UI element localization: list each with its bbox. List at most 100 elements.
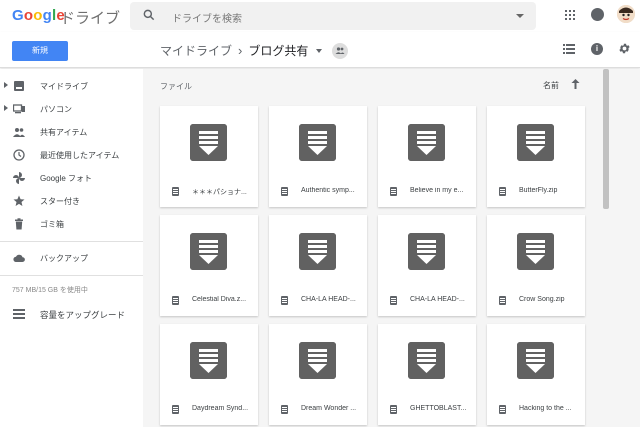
sidebar-item-label: パソコン <box>40 105 72 114</box>
people-icon <box>13 128 25 137</box>
new-button[interactable]: 新規 <box>12 41 68 61</box>
file-card[interactable]: GHETTOBLAST... <box>378 324 476 425</box>
file-card[interactable]: CHA-LA HEAD-... <box>269 215 367 316</box>
computer-icon <box>13 104 25 114</box>
file-name: ＊＊＊パショナ... <box>192 189 247 196</box>
zip-archive-icon <box>190 342 227 379</box>
file-thumbnail[interactable] <box>269 324 367 394</box>
file-card[interactable]: Hacking to the ... <box>487 324 585 425</box>
search-box[interactable]: ドライブを検索 <box>130 2 536 30</box>
file-name: CHA-LA HEAD-... <box>410 296 465 303</box>
file-name: Celestial Diva.z... <box>192 296 247 303</box>
expand-arrow-icon[interactable] <box>4 105 8 111</box>
file-thumbnail[interactable] <box>378 324 476 394</box>
file-name: Dream Wonder ... <box>301 405 357 412</box>
file-card[interactable]: Dream Wonder ... <box>269 324 367 425</box>
sidebar-item-shared[interactable]: 共有アイテム <box>0 121 143 143</box>
file-thumbnail[interactable] <box>378 215 476 285</box>
file-card-footer[interactable]: CHA-LA HEAD-... <box>269 285 367 316</box>
notifications-icon[interactable] <box>591 8 604 21</box>
settings-gear-icon[interactable] <box>618 42 631 55</box>
file-thumbnail[interactable] <box>269 215 367 285</box>
scrollbar[interactable] <box>603 69 640 427</box>
file-thumbnail[interactable] <box>378 106 476 176</box>
avatar[interactable] <box>617 5 635 23</box>
file-card[interactable]: Believe in my e... <box>378 106 476 207</box>
file-card-footer[interactable]: CHA-LA HEAD-... <box>378 285 476 316</box>
info-icon[interactable]: i <box>591 43 603 55</box>
shared-folder-icon[interactable] <box>332 42 349 59</box>
file-card[interactable]: Daydream Synd... <box>160 324 258 425</box>
zip-archive-icon <box>408 124 445 161</box>
file-card-footer[interactable]: Crow Song.zip <box>487 285 585 316</box>
storage-list-icon <box>13 309 25 319</box>
upgrade-storage-button[interactable]: 容量をアップグレード <box>0 303 143 325</box>
sort-by-name-button[interactable]: 名前 <box>543 80 559 91</box>
scrollbar-thumb[interactable] <box>603 69 609 209</box>
file-name: GHETTOBLAST... <box>410 405 467 412</box>
archive-file-icon <box>281 296 288 305</box>
sidebar-item-photos[interactable]: Google フォト <box>0 167 143 189</box>
sidebar-item-label: 共有アイテム <box>40 128 88 137</box>
file-card-footer[interactable]: GHETTOBLAST... <box>378 394 476 425</box>
product-name: ドライブ <box>60 10 121 27</box>
file-card[interactable]: Authentic symp... <box>269 106 367 207</box>
zip-archive-icon <box>299 342 336 379</box>
sidebar-item-backup[interactable]: バックアップ <box>0 247 143 269</box>
archive-file-icon <box>281 187 288 196</box>
top-bar: Google ドライブ ドライブを検索 <box>0 0 640 32</box>
file-card[interactable]: ButterFly.zip <box>487 106 585 207</box>
sidebar-divider <box>0 275 143 276</box>
file-card[interactable]: ＊＊＊パショナ... <box>160 106 258 207</box>
file-thumbnail[interactable] <box>487 106 585 176</box>
file-name: Authentic symp... <box>301 187 355 194</box>
file-card-footer[interactable]: Daydream Synd... <box>160 394 258 425</box>
archive-file-icon <box>172 187 179 196</box>
search-icon[interactable] <box>142 8 156 22</box>
file-card-footer[interactable]: Believe in my e... <box>378 176 476 207</box>
sidebar-item-starred[interactable]: スター付き <box>0 190 143 212</box>
zip-archive-icon <box>299 124 336 161</box>
sidebar-item-recent[interactable]: 最近使用したアイテム <box>0 144 143 166</box>
file-thumbnail[interactable] <box>487 324 585 394</box>
sidebar-item-computers[interactable]: パソコン <box>0 98 143 120</box>
sidebar-item-label: Google フォト <box>40 174 93 183</box>
zip-archive-icon <box>517 233 554 270</box>
file-name: Crow Song.zip <box>519 296 565 303</box>
file-thumbnail[interactable] <box>269 106 367 176</box>
file-thumbnail[interactable] <box>160 324 258 394</box>
file-card-footer[interactable]: Dream Wonder ... <box>269 394 367 425</box>
file-thumbnail[interactable] <box>487 215 585 285</box>
archive-file-icon <box>390 296 397 305</box>
sidebar-item-trash[interactable]: ゴミ箱 <box>0 213 143 235</box>
zip-archive-icon <box>517 124 554 161</box>
chevron-down-icon[interactable] <box>316 48 323 53</box>
file-card-footer[interactable]: ＊＊＊パショナ... <box>160 176 258 207</box>
breadcrumb-parent[interactable]: マイドライブ <box>160 42 232 59</box>
breadcrumb-current[interactable]: ブログ共有 <box>248 42 308 59</box>
file-card-footer[interactable]: ButterFly.zip <box>487 176 585 207</box>
apps-grid-icon[interactable] <box>565 10 575 20</box>
list-view-icon[interactable] <box>563 44 575 54</box>
file-card-footer[interactable]: Hacking to the ... <box>487 394 585 425</box>
file-card[interactable]: Crow Song.zip <box>487 215 585 316</box>
search-options-icon[interactable] <box>516 14 524 18</box>
sidebar-item-my-drive[interactable]: マイドライブ <box>0 75 143 97</box>
search-input[interactable]: ドライブを検索 <box>172 10 242 25</box>
zip-archive-icon <box>408 233 445 270</box>
file-card[interactable]: CHA-LA HEAD-... <box>378 215 476 316</box>
sidebar-item-label: バックアップ <box>40 254 88 263</box>
google-logo[interactable]: Google <box>12 7 65 24</box>
file-thumbnail[interactable] <box>160 215 258 285</box>
sidebar-item-label: 最近使用したアイテム <box>40 151 120 160</box>
expand-arrow-icon[interactable] <box>4 82 8 88</box>
file-card-footer[interactable]: Celestial Diva.z... <box>160 285 258 316</box>
file-card[interactable]: Celestial Diva.z... <box>160 215 258 316</box>
sidebar-divider <box>0 241 143 242</box>
sort-ascending-icon[interactable] <box>571 79 580 89</box>
archive-file-icon <box>390 187 397 196</box>
archive-file-icon <box>499 296 506 305</box>
clock-icon <box>13 149 25 161</box>
file-card-footer[interactable]: Authentic symp... <box>269 176 367 207</box>
file-thumbnail[interactable] <box>160 106 258 176</box>
